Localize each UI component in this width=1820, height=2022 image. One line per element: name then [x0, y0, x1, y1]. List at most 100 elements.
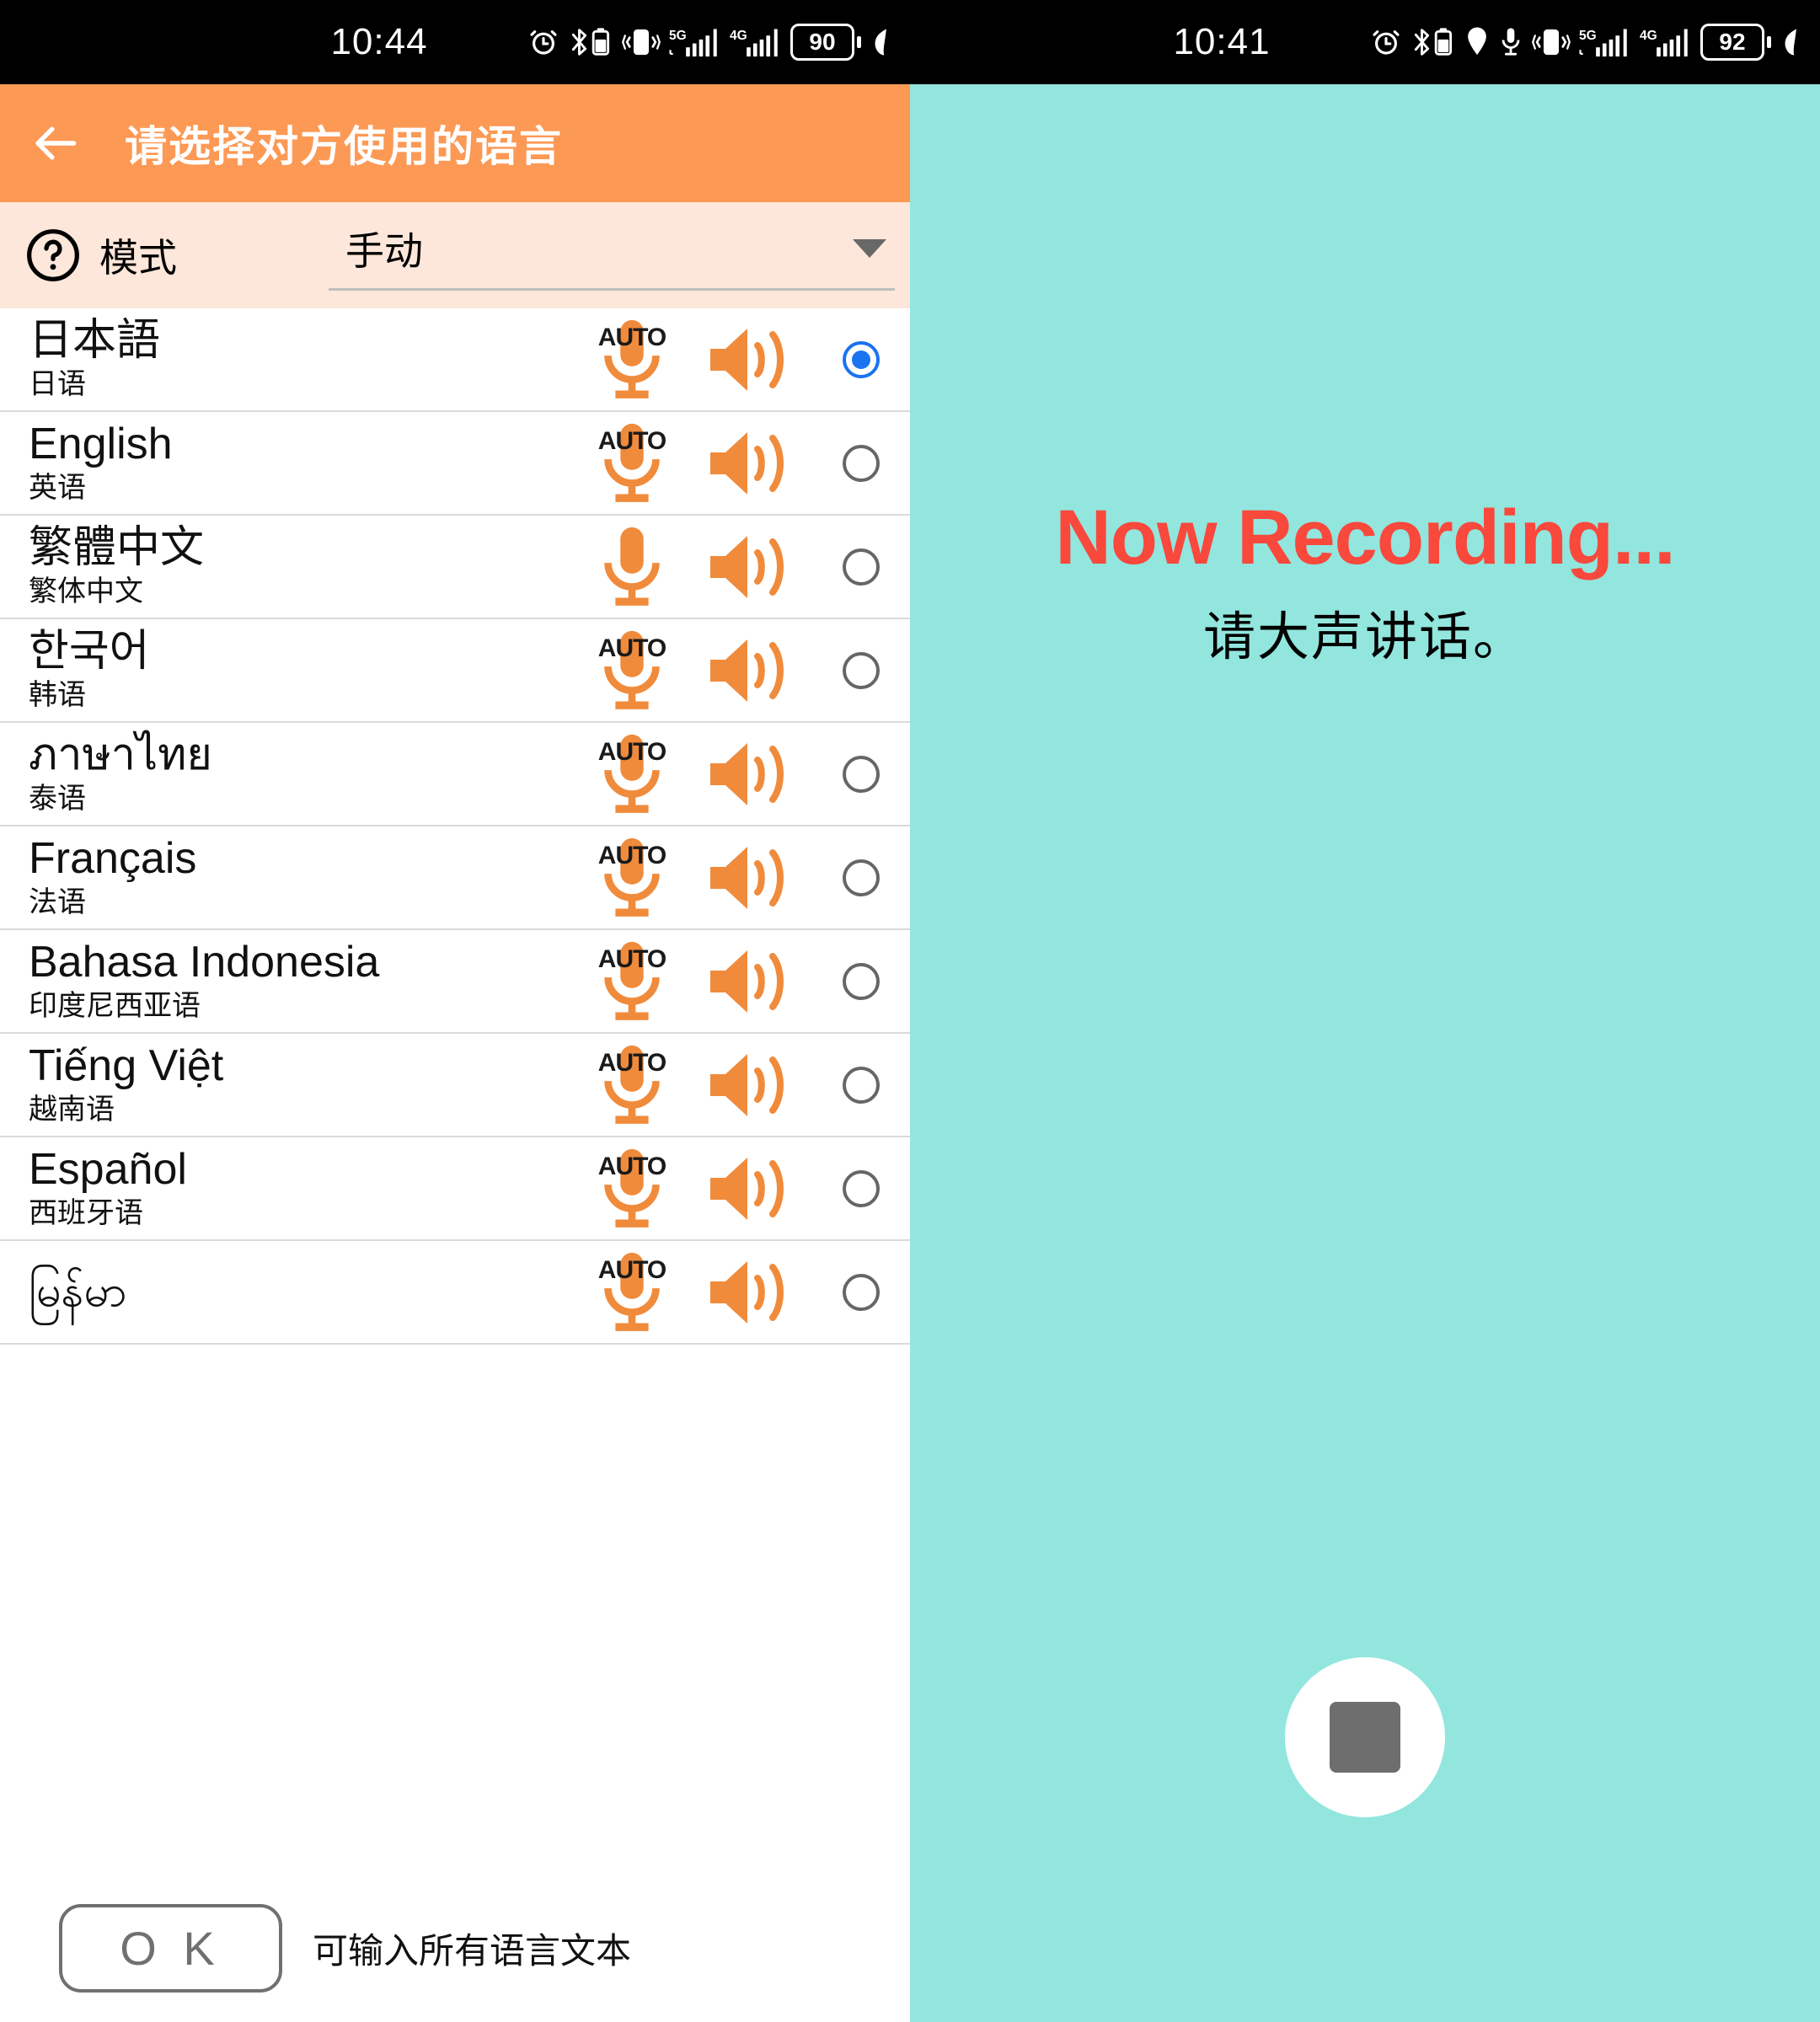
bluetooth-battery-icon: [1410, 25, 1456, 59]
language-chinese-name: 越南语: [29, 1093, 115, 1126]
footer-bar: O K 可输入所有语言文本: [0, 1875, 910, 2022]
speaker-icon[interactable]: [686, 427, 812, 500]
table-row[interactable]: 日本語 日语 AUTO: [0, 308, 910, 412]
microphone-icon[interactable]: AUTO: [578, 939, 686, 1024]
language-radio-button[interactable]: [812, 651, 910, 689]
table-row[interactable]: Español 西班牙语 AUTO: [0, 1137, 910, 1241]
table-row[interactable]: Tiếng Việt 越南语 AUTO: [0, 1034, 910, 1137]
language-radio-button[interactable]: [812, 962, 910, 1000]
table-row[interactable]: 한국어 韩语 AUTO: [0, 619, 910, 723]
location-icon: [1464, 25, 1490, 59]
app-bar: 请选择对方使用的语言: [0, 84, 910, 202]
language-chinese-name: 日语: [29, 367, 86, 400]
table-row[interactable]: Bahasa Indonesia 印度尼西亚语 AUTO: [0, 930, 910, 1034]
radio-unselected-icon: [843, 1273, 880, 1311]
stop-square-icon: [1330, 1702, 1400, 1773]
back-arrow-icon[interactable]: [30, 117, 83, 169]
vibrate-icon: [1532, 25, 1571, 59]
language-radio-button[interactable]: [812, 1273, 910, 1311]
signal-4g-icon: 4G: [1640, 24, 1692, 60]
language-chinese-name: 繁体中文: [29, 575, 143, 607]
speaker-icon[interactable]: [686, 738, 812, 810]
right-pane-recording: 10:41 5G 4G 92 Now Recording... 请大声讲话。: [910, 0, 1820, 2022]
recording-message: Now Recording... 请大声讲话。: [910, 497, 1820, 670]
alarm-icon: [527, 26, 559, 58]
language-native-name: မြန်မာ: [29, 1266, 127, 1316]
table-row[interactable]: မြန်မာ AUTO: [0, 1241, 910, 1345]
status-icons: 5G 4G: [527, 22, 891, 62]
left-status-bar: 10:44 5G 4G 90: [0, 0, 910, 84]
speaker-icon[interactable]: [686, 1256, 812, 1329]
svg-text:5G: 5G: [1579, 29, 1597, 43]
radio-unselected-icon: [843, 755, 880, 793]
svg-text:4G: 4G: [730, 29, 747, 43]
language-radio-button[interactable]: [812, 548, 910, 586]
language-names: 日本語 日语: [29, 318, 578, 400]
table-row[interactable]: Français 法语 AUTO: [0, 826, 910, 930]
language-native-name: ภาษาไทย: [29, 730, 212, 779]
right-status-bar: 10:41 5G 4G 92: [910, 0, 1820, 84]
table-row[interactable]: ภาษาไทย 泰语 AUTO: [0, 723, 910, 826]
mic-icon: [1498, 25, 1523, 59]
footer-hint: 可输入所有语言文本: [313, 1931, 632, 1971]
mode-dropdown[interactable]: 手动: [329, 221, 895, 291]
language-names: Français 法语: [29, 836, 578, 918]
mode-value: 手动: [345, 228, 423, 273]
table-row[interactable]: English 英语 AUTO: [0, 412, 910, 516]
language-native-name: Español: [29, 1144, 187, 1194]
speaker-icon[interactable]: [686, 634, 812, 707]
speaker-icon[interactable]: [686, 1153, 812, 1225]
speaker-icon[interactable]: [686, 531, 812, 603]
svg-text:4G: 4G: [1640, 29, 1657, 43]
radio-unselected-icon: [843, 1169, 880, 1207]
radio-unselected-icon: [843, 859, 880, 896]
language-names: English 英语: [29, 419, 578, 504]
speaker-icon[interactable]: [686, 842, 812, 914]
speaker-icon[interactable]: [686, 1049, 812, 1121]
microphone-icon[interactable]: AUTO: [578, 1042, 686, 1128]
microphone-icon[interactable]: AUTO: [578, 1249, 686, 1335]
language-radio-button[interactable]: [812, 1066, 910, 1104]
microphone-icon[interactable]: [578, 524, 686, 610]
battery-icon: 92: [1700, 24, 1771, 61]
battery-level-text: 92: [1700, 24, 1764, 61]
stop-recording-button[interactable]: [1285, 1657, 1445, 1817]
speaker-icon[interactable]: [686, 945, 812, 1018]
battery-level-text: 90: [790, 24, 854, 61]
language-radio-button[interactable]: [812, 444, 910, 482]
recording-title: Now Recording...: [1055, 495, 1675, 580]
power-saving-icon: [1780, 26, 1801, 58]
recording-subtitle: 请大声讲话。: [1202, 607, 1527, 666]
help-circle-icon[interactable]: [25, 227, 81, 283]
language-radio-button[interactable]: [812, 340, 910, 378]
radio-unselected-icon: [843, 962, 880, 1000]
language-native-name: 한국어: [29, 626, 150, 676]
language-radio-button[interactable]: [812, 755, 910, 793]
language-radio-button[interactable]: [812, 859, 910, 896]
chevron-down-icon: [853, 238, 886, 258]
mode-label: 模式: [99, 236, 177, 280]
microphone-icon[interactable]: AUTO: [578, 1146, 686, 1232]
table-row[interactable]: 繁體中文 繁体中文: [0, 516, 910, 619]
language-radio-button[interactable]: [812, 1169, 910, 1207]
speaker-icon[interactable]: [686, 324, 812, 396]
language-chinese-name: 西班牙语: [29, 1196, 143, 1229]
radio-selected-icon: [843, 340, 880, 378]
language-native-name: Tiếng Việt: [29, 1040, 224, 1090]
language-native-name: 繁體中文: [29, 522, 205, 572]
language-names: Tiếng Việt 越南语: [29, 1040, 578, 1126]
page-title: 请选择对方使用的语言: [125, 123, 563, 170]
microphone-icon[interactable]: AUTO: [578, 420, 686, 506]
ok-button[interactable]: O K: [59, 1904, 282, 1993]
microphone-icon[interactable]: AUTO: [578, 835, 686, 921]
svg-text:5G: 5G: [669, 29, 687, 43]
radio-unselected-icon: [843, 651, 880, 689]
microphone-icon[interactable]: AUTO: [578, 731, 686, 817]
microphone-icon[interactable]: AUTO: [578, 317, 686, 403]
language-native-name: English: [29, 419, 173, 468]
microphone-icon[interactable]: AUTO: [578, 628, 686, 714]
language-chinese-name: 韩语: [29, 678, 86, 711]
language-list[interactable]: 日本語 日语 AUTO English 英语 AUTO 繁體中文 繁体中文 한국어 韩语 AUTO ภ…: [0, 308, 910, 2022]
language-names: 한국어 韩语: [29, 629, 578, 711]
language-chinese-name: 英语: [29, 471, 86, 504]
